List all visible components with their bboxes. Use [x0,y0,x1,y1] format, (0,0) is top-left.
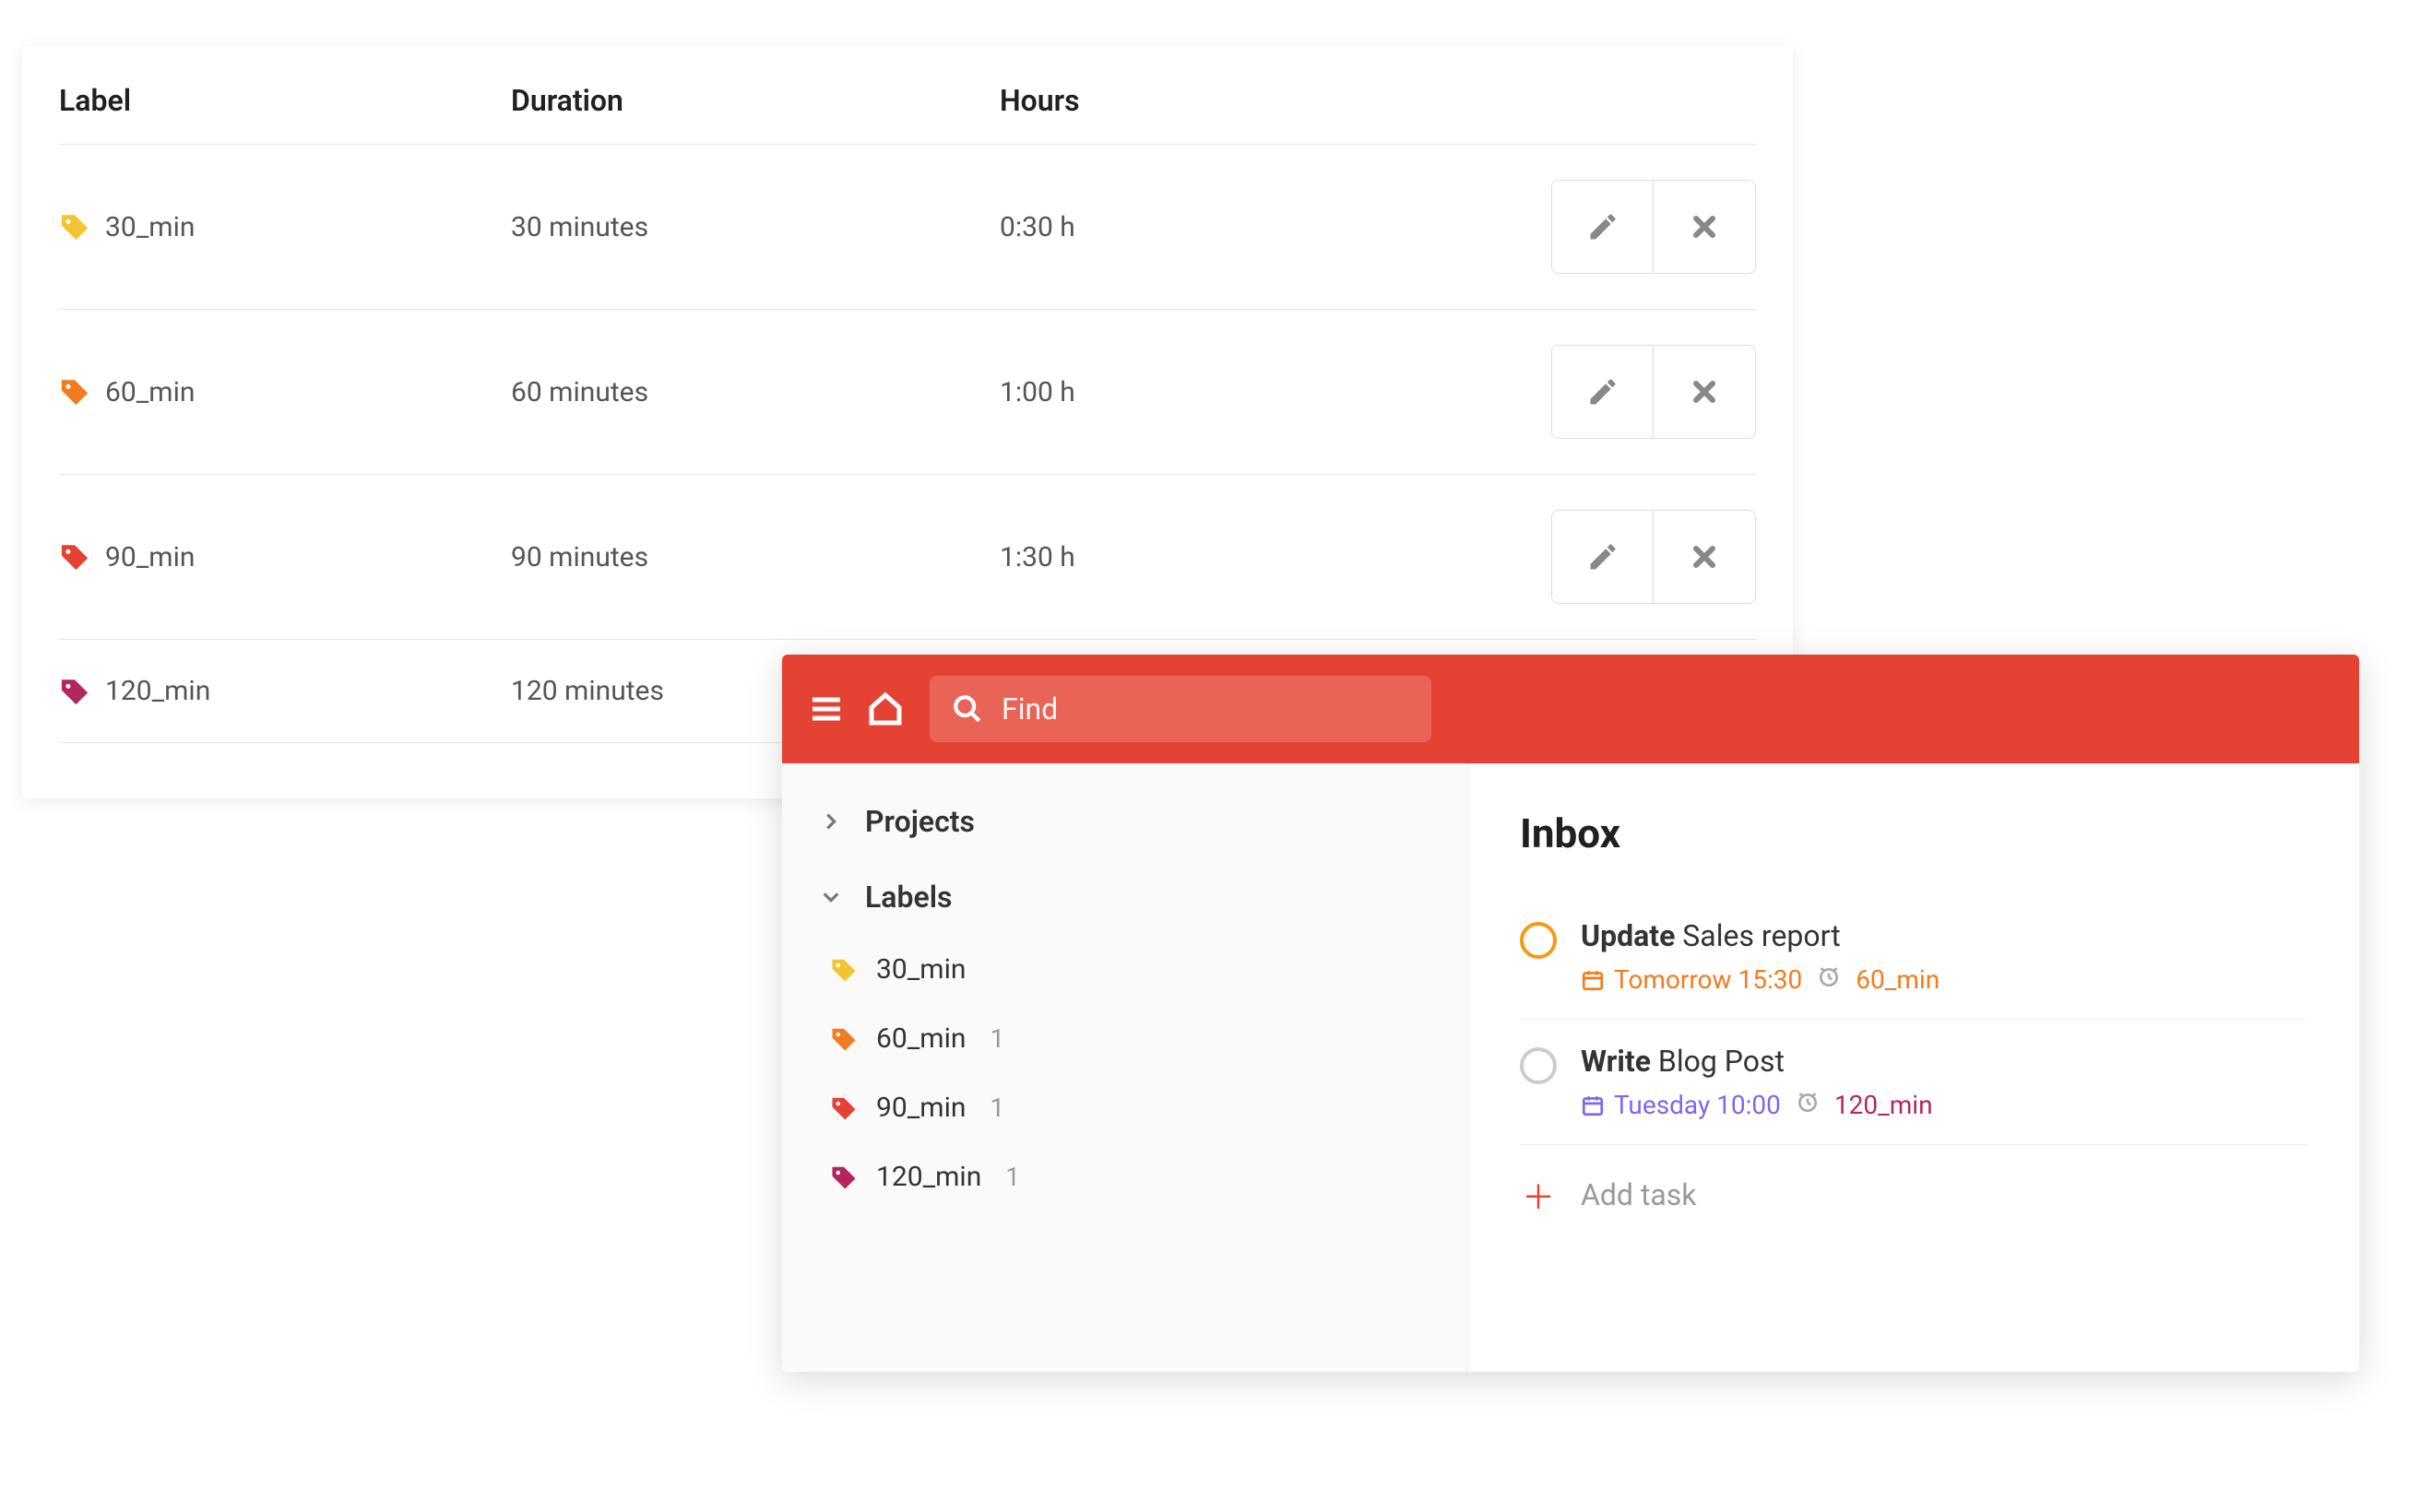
task-body: Update Sales report Tomorrow 15:30 60_mi… [1581,918,2307,995]
duration-cell: 30 minutes [511,211,1000,243]
header-duration: Duration [511,83,1000,118]
tag-icon [830,1025,858,1053]
task-title: Update Sales report [1581,918,2307,953]
sidebar-label-item[interactable]: 90_min 1 [810,1073,1440,1142]
hours-cell: 1:30 h [1000,541,1544,573]
menu-icon[interactable] [808,691,845,727]
task-checkbox[interactable] [1520,1047,1557,1084]
delete-button[interactable] [1654,346,1755,438]
header-hours: Hours [1000,83,1756,118]
task-item[interactable]: Write Blog Post Tuesday 10:00 120_min [1520,1020,2307,1145]
row-actions [1551,345,1756,439]
task-label: 120_min [1834,1090,1933,1120]
main-content: Inbox Update Sales report Tomorrow 15:30… [1468,763,2359,1372]
task-meta: Tomorrow 15:30 60_min [1581,964,2307,995]
label-name: 120_min [105,675,210,707]
sidebar-label-item[interactable]: 30_min [810,935,1440,1004]
row-actions [1551,180,1756,274]
task-body: Write Blog Post Tuesday 10:00 120_min [1581,1044,2307,1120]
alarm-icon [1817,964,1841,995]
task-item[interactable]: Update Sales report Tomorrow 15:30 60_mi… [1520,894,2307,1020]
calendar-icon [1581,968,1605,992]
home-icon[interactable] [867,691,904,727]
edit-button[interactable] [1552,511,1654,603]
hours-cell: 1:00 h [1000,376,1544,408]
table-header-row: Label Duration Hours [59,83,1756,145]
label-count: 1 [1005,1162,1020,1192]
tag-icon [59,376,90,408]
table-row: 30_min 30 minutes 0:30 h [59,145,1756,310]
label-cell: 30_min [59,211,511,243]
alarm-icon [1796,1090,1820,1120]
delete-button[interactable] [1654,181,1755,273]
label-name: 30_min [876,953,966,986]
edit-button[interactable] [1552,346,1654,438]
add-task-button[interactable]: ＋ Add task [1520,1145,2307,1245]
row-actions [1551,510,1756,604]
label-cell: 60_min [59,376,511,408]
sidebar: Projects Labels 30_min 60_min 1 90_min 1… [782,763,1468,1372]
label-cell: 90_min [59,541,511,573]
sidebar-label-item[interactable]: 60_min 1 [810,1004,1440,1073]
todo-app-window: Find Projects Labels 30_min 60_min 1 9 [782,655,2359,1372]
duration-cell: 60 minutes [511,376,1000,408]
add-task-label: Add task [1581,1177,1697,1212]
sidebar-item-labels[interactable]: Labels [810,859,1440,935]
search-placeholder: Find [1002,691,1058,726]
task-date: Tuesday 10:00 [1581,1090,1781,1120]
app-topbar: Find [782,655,2359,763]
search-input[interactable]: Find [930,676,1431,742]
table-row: 90_min 90 minutes 1:30 h [59,475,1756,640]
duration-cell: 90 minutes [511,541,1000,573]
sidebar-label-item[interactable]: 120_min 1 [810,1142,1440,1211]
tag-icon [59,676,90,707]
label-name: 90_min [876,1092,966,1124]
table-row: 60_min 60 minutes 1:00 h [59,310,1756,475]
task-meta: Tuesday 10:00 120_min [1581,1090,2307,1120]
projects-label: Projects [865,804,975,839]
plus-icon: ＋ [1520,1171,1557,1219]
tag-icon [830,1164,858,1191]
label-cell: 120_min [59,675,511,707]
chevron-down-icon [819,887,843,907]
calendar-icon [1581,1093,1605,1117]
header-label: Label [59,83,511,118]
label-name: 90_min [105,541,195,573]
search-icon [952,693,983,725]
app-body: Projects Labels 30_min 60_min 1 90_min 1… [782,763,2359,1372]
tag-icon [830,1094,858,1122]
label-count: 1 [990,1023,1004,1054]
label-name: 30_min [105,211,195,243]
hours-cell: 0:30 h [1000,211,1544,243]
page-title: Inbox [1520,809,2307,857]
task-label: 60_min [1856,964,1940,995]
chevron-right-icon [819,811,843,832]
edit-button[interactable] [1552,181,1654,273]
label-count: 1 [990,1093,1004,1123]
task-checkbox[interactable] [1520,922,1557,959]
sidebar-item-projects[interactable]: Projects [810,784,1440,859]
tag-icon [59,211,90,242]
label-name: 120_min [876,1161,981,1193]
task-title: Write Blog Post [1581,1044,2307,1079]
task-date: Tomorrow 15:30 [1581,964,1802,995]
delete-button[interactable] [1654,511,1755,603]
label-name: 60_min [105,376,195,408]
labels-header: Labels [865,880,952,915]
tag-icon [59,541,90,573]
label-name: 60_min [876,1022,966,1055]
tag-icon [830,956,858,984]
